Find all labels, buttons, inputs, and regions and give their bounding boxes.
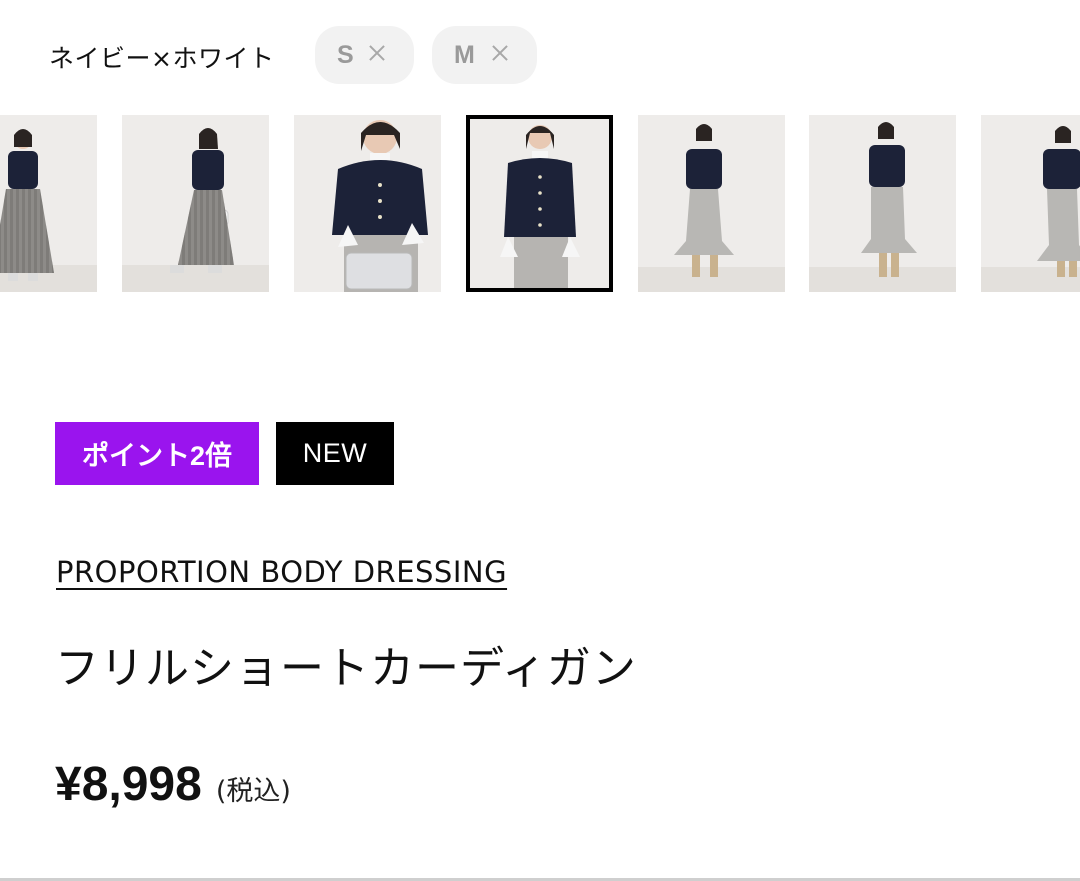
model-image: [0, 115, 97, 292]
size-chip-label: S: [337, 41, 354, 69]
product-thumbnail[interactable]: [0, 115, 97, 292]
price-row: ¥8,998 (税込): [55, 757, 291, 812]
size-chip-m[interactable]: M: [432, 26, 537, 84]
size-chip-s[interactable]: S: [315, 26, 414, 84]
selected-color-label: ネイビー×ホワイト: [49, 44, 275, 73]
product-thumbnail[interactable]: [294, 115, 441, 292]
thumbnail-carousel: [0, 115, 1080, 292]
close-icon[interactable]: [489, 42, 511, 64]
brand-link[interactable]: PROPORTION BODY DRESSING: [56, 555, 507, 589]
model-image: [981, 115, 1080, 292]
model-image: [122, 115, 269, 292]
new-badge: NEW: [276, 422, 394, 485]
model-image: [638, 115, 785, 292]
model-image: [470, 119, 609, 288]
tax-note: (税込): [215, 776, 291, 807]
size-chip-label: M: [454, 41, 475, 69]
close-icon[interactable]: [366, 42, 388, 64]
points-badge: ポイント2倍: [55, 422, 259, 485]
product-title: フリルショートカーディガン: [55, 643, 637, 694]
product-thumbnail[interactable]: [809, 115, 956, 292]
product-badges: ポイント2倍 NEW: [55, 422, 394, 485]
model-image: [809, 115, 956, 292]
product-thumbnail[interactable]: [122, 115, 269, 292]
product-thumbnail-selected[interactable]: [466, 115, 613, 292]
product-thumbnail[interactable]: [638, 115, 785, 292]
product-price: ¥8,998: [55, 758, 202, 811]
model-image: [294, 115, 441, 292]
product-thumbnail[interactable]: [981, 115, 1080, 292]
color-size-row: ネイビー×ホワイト S M: [0, 26, 1080, 84]
